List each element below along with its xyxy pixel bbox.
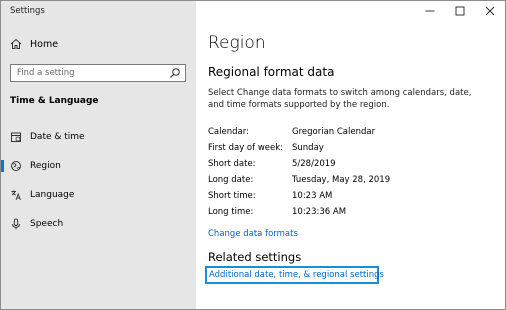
format-row: First day of week: Sunday	[208, 143, 498, 153]
sidebar-item-region[interactable]: Region	[1, 155, 196, 177]
format-value: Sunday	[292, 143, 324, 153]
format-row: Short time: 10:23 AM	[208, 191, 498, 201]
format-row: Calendar: Gregorian Calendar	[208, 127, 498, 137]
format-value: 5/28/2019	[292, 159, 336, 169]
format-value: Tuesday, May 28, 2019	[292, 175, 391, 185]
calendar-icon	[11, 132, 21, 142]
format-row: Long date: Tuesday, May 28, 2019	[208, 175, 498, 185]
minimize-icon	[425, 10, 435, 12]
format-value: 10:23 AM	[292, 191, 333, 201]
sidebar-item-label: Region	[30, 161, 61, 171]
minimize-button[interactable]	[415, 1, 445, 21]
sidebar-item-label: Date & time	[30, 132, 85, 142]
format-key: Long date:	[208, 175, 254, 185]
active-indicator	[1, 160, 4, 172]
format-value: Gregorian Calendar	[292, 127, 376, 137]
main-content: Region Regional format data Select Chang…	[196, 1, 505, 309]
format-row: Long time: 10:23:36 AM	[208, 207, 498, 217]
sidebar: Settings Home Time & Language Date & tim…	[1, 1, 196, 309]
format-key: First day of week:	[208, 143, 284, 153]
change-data-formats-link[interactable]: Change data formats	[208, 229, 298, 239]
home-nav-item[interactable]: Home	[10, 38, 58, 50]
related-settings-heading: Related settings	[208, 250, 302, 264]
sidebar-item-speech[interactable]: Speech	[1, 213, 196, 235]
maximize-icon	[455, 6, 465, 16]
format-key: Short date:	[208, 159, 256, 169]
page-title: Region	[208, 33, 266, 53]
close-icon	[485, 6, 495, 16]
section-heading: Regional format data	[208, 65, 335, 79]
close-button[interactable]	[475, 1, 505, 21]
format-value: 10:23:36 AM	[292, 207, 347, 217]
format-row: Short date: 5/28/2019	[208, 159, 498, 169]
active-indicator	[1, 131, 4, 143]
settings-window: Settings Home Time & Language Date & tim…	[0, 0, 506, 310]
active-indicator	[1, 189, 4, 201]
format-key: Long time:	[208, 207, 254, 217]
format-key: Short time:	[208, 191, 256, 201]
globe-icon	[11, 161, 21, 171]
app-title: Settings	[10, 6, 45, 16]
format-key: Calendar:	[208, 127, 249, 137]
language-icon	[11, 190, 21, 201]
home-label: Home	[30, 38, 59, 50]
search-box	[10, 64, 186, 82]
sidebar-item-label: Language	[30, 190, 75, 200]
maximize-button[interactable]	[445, 1, 475, 21]
sidebar-item-date-time[interactable]: Date & time	[1, 126, 196, 148]
sidebar-item-label: Speech	[30, 219, 64, 229]
description-text: Select Change data formats to switch amo…	[208, 88, 472, 110]
additional-settings-link[interactable]: Additional date, time, & regional settin…	[205, 266, 384, 284]
search-input[interactable]	[11, 65, 167, 81]
window-controls	[415, 1, 505, 21]
section-title: Time & Language	[10, 96, 99, 106]
microphone-icon	[12, 218, 20, 230]
search-icon[interactable]	[169, 67, 181, 79]
home-icon	[10, 38, 22, 49]
sidebar-item-language[interactable]: Language	[1, 184, 196, 206]
active-indicator	[1, 218, 4, 230]
